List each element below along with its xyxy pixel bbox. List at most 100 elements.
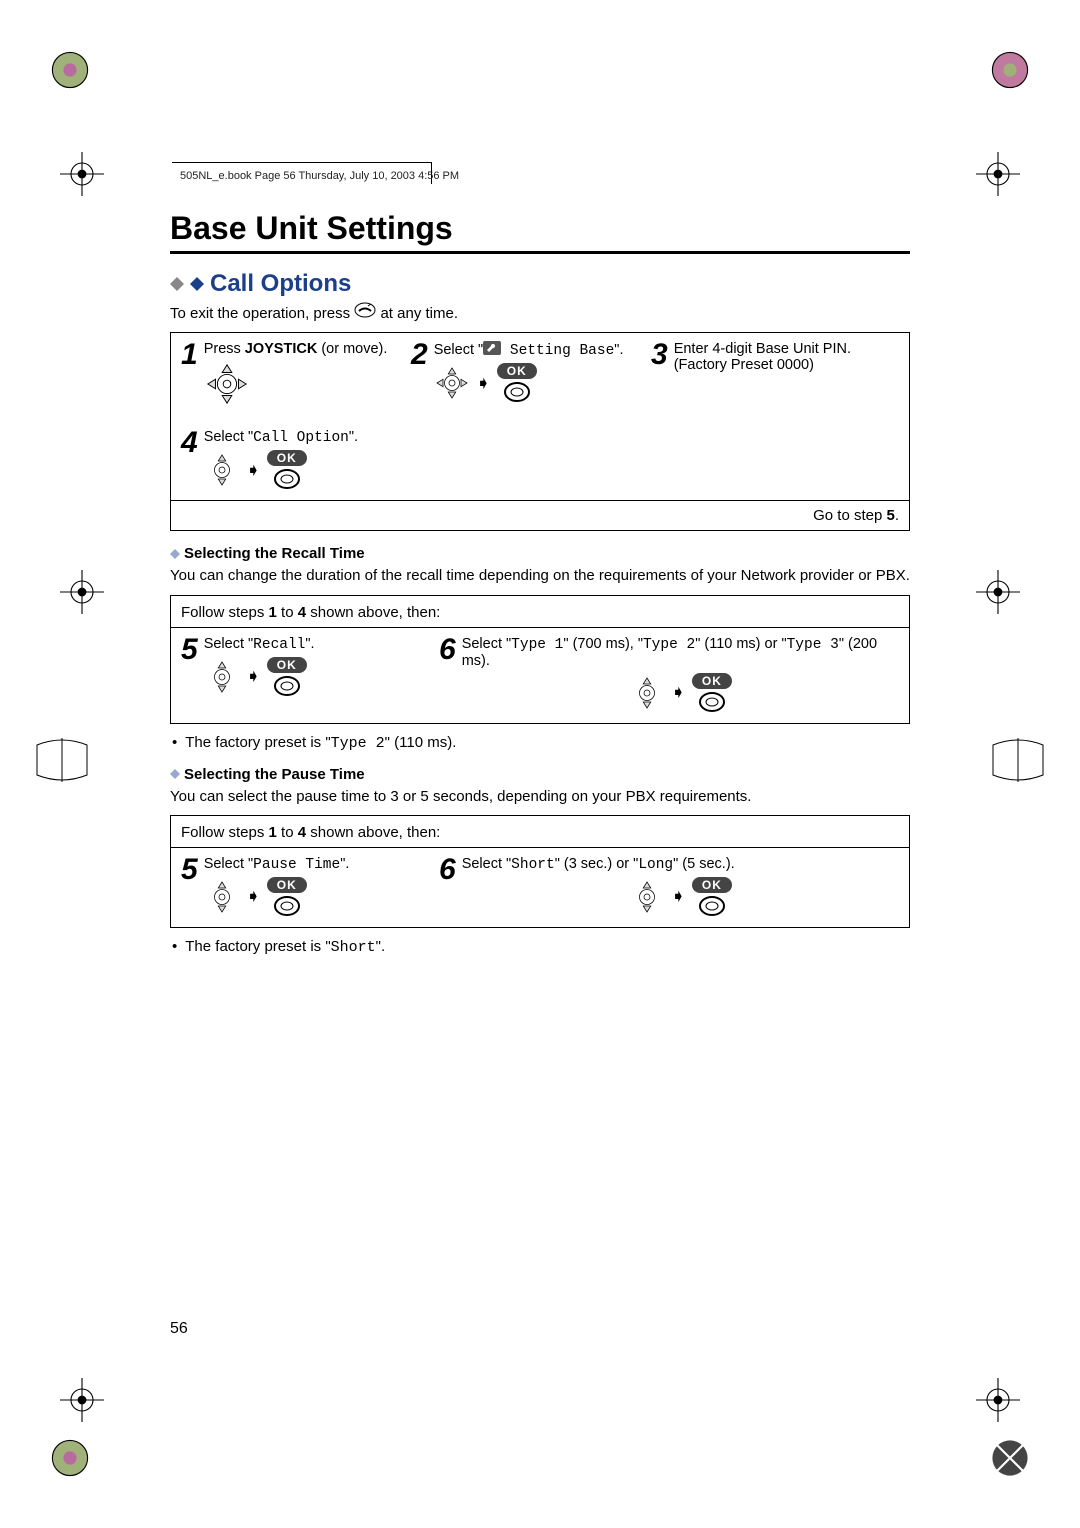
ok-button-icon	[698, 691, 726, 713]
follow-box-pause: Follow steps 1 to 4 shown above, then: 5…	[170, 815, 910, 928]
step-number: 5	[181, 856, 198, 883]
ok-button-icon	[273, 895, 301, 917]
arrow-icon: ➧	[246, 460, 261, 481]
step-number: 2	[411, 341, 428, 411]
text: Select "	[204, 429, 253, 445]
text: ".	[376, 938, 386, 955]
steps-box: 1 Press JOYSTICK (or move). 2 Select	[170, 332, 910, 531]
diamond-icon	[170, 277, 184, 291]
text: " (110 ms) or "	[695, 636, 786, 652]
text: (or move).	[317, 341, 387, 357]
text: Pause Time	[253, 857, 340, 873]
arrow-icon: ➧	[671, 886, 686, 907]
text: Follow steps	[181, 604, 269, 621]
crop-mark-icon	[60, 152, 104, 196]
step-5: 5 Select "Recall". ➧ OK	[181, 636, 421, 713]
text: Select "	[462, 636, 511, 652]
registration-mark-icon	[48, 1436, 92, 1480]
wrench-icon	[483, 341, 501, 355]
ok-button-icon	[273, 468, 301, 490]
crop-mark-icon	[60, 570, 104, 614]
text: to	[277, 604, 298, 621]
text: Press	[204, 341, 245, 357]
running-header: 505NL_e.book Page 56 Thursday, July 10, …	[180, 170, 459, 182]
text: Follow steps	[181, 824, 269, 841]
text: 4	[298, 824, 306, 841]
factory-preset-recall: The factory preset is "Type 2" (110 ms).	[172, 734, 910, 752]
book-fold-icon	[988, 730, 1048, 790]
text: JOYSTICK	[245, 341, 318, 357]
joystick-updown-icon	[204, 879, 240, 915]
text: ".	[305, 636, 314, 652]
text: Select "	[204, 856, 253, 872]
joystick-updown-icon	[629, 675, 665, 711]
text: Type 1	[511, 637, 563, 653]
step-number: 6	[439, 636, 456, 663]
text: at any time.	[380, 305, 458, 322]
text: Enter 4-digit Base Unit PIN.	[674, 341, 899, 357]
crop-mark-icon	[976, 570, 1020, 614]
ok-button-icon	[273, 675, 301, 697]
factory-preset-pause: The factory preset is "Short".	[172, 938, 910, 956]
joystick-updown-icon	[204, 659, 240, 695]
arrow-icon: ➧	[246, 666, 261, 687]
arrow-icon: ➧	[476, 373, 491, 394]
text: ".	[349, 429, 358, 445]
pause-body: You can select the pause time to 3 or 5 …	[170, 787, 910, 807]
joystick-icon	[434, 365, 470, 401]
sub-heading: Selecting the Pause Time	[184, 766, 365, 783]
section-heading: Call Options	[210, 270, 351, 298]
joystick-updown-icon	[629, 879, 665, 915]
text: " (5 sec.).	[673, 856, 735, 872]
text: Setting Base	[501, 343, 614, 359]
joystick-updown-icon	[204, 452, 240, 488]
follow-heading: Follow steps 1 to 4 shown above, then:	[171, 596, 909, 628]
arrow-icon: ➧	[671, 682, 686, 703]
text: ".	[340, 856, 349, 872]
ok-badge: OK	[692, 877, 732, 893]
ok-badge: OK	[267, 657, 307, 673]
hangup-icon	[354, 302, 376, 318]
ok-badge: OK	[497, 363, 537, 379]
text: Type 2	[643, 637, 695, 653]
text: Select "	[204, 636, 253, 652]
follow-box-recall: Follow steps 1 to 4 shown above, then: 5…	[170, 595, 910, 724]
text: to	[277, 824, 298, 841]
text: 1	[269, 604, 277, 621]
step-number: 3	[651, 341, 668, 411]
step-number: 4	[181, 429, 198, 490]
step-number: 6	[439, 856, 456, 883]
step-6: 6 Select "Type 1" (700 ms), "Type 2" (11…	[439, 636, 899, 713]
text: 1	[269, 824, 277, 841]
step-5: 5 Select "Pause Time". ➧ OK	[181, 856, 421, 917]
registration-mark-icon	[988, 1436, 1032, 1480]
diamond-icon	[170, 769, 180, 779]
ok-button-icon	[698, 895, 726, 917]
exit-instruction: To exit the operation, press at any time…	[170, 302, 910, 324]
step-1: 1 Press JOYSTICK (or move).	[181, 341, 401, 411]
text: 4	[298, 604, 306, 621]
page-number: 56	[170, 1320, 188, 1338]
text: " (700 ms), "	[563, 636, 643, 652]
text: To exit the operation, press	[170, 305, 354, 322]
diamond-icon	[190, 277, 204, 291]
joystick-icon	[204, 361, 250, 407]
ok-badge: OK	[692, 673, 732, 689]
step-number: 1	[181, 341, 198, 411]
recall-body: You can change the duration of the recal…	[170, 566, 910, 586]
page-title: Base Unit Settings	[170, 210, 910, 247]
diamond-icon	[170, 549, 180, 559]
step-6: 6 Select "Short" (3 sec.) or "Long" (5 s…	[439, 856, 899, 917]
ok-badge: OK	[267, 877, 307, 893]
arrow-icon: ➧	[246, 886, 261, 907]
text: The factory preset is "	[185, 938, 330, 955]
go-to-step-5: Go to step 5.	[171, 500, 909, 530]
step-number: 5	[181, 636, 198, 663]
crop-mark-icon	[976, 1378, 1020, 1422]
text: shown above, then:	[306, 824, 440, 841]
text: Long	[638, 857, 673, 873]
text: Type 3	[787, 637, 839, 653]
text: Select "	[434, 342, 483, 358]
follow-heading: Follow steps 1 to 4 shown above, then:	[171, 816, 909, 848]
sub-heading: Selecting the Recall Time	[184, 545, 365, 562]
